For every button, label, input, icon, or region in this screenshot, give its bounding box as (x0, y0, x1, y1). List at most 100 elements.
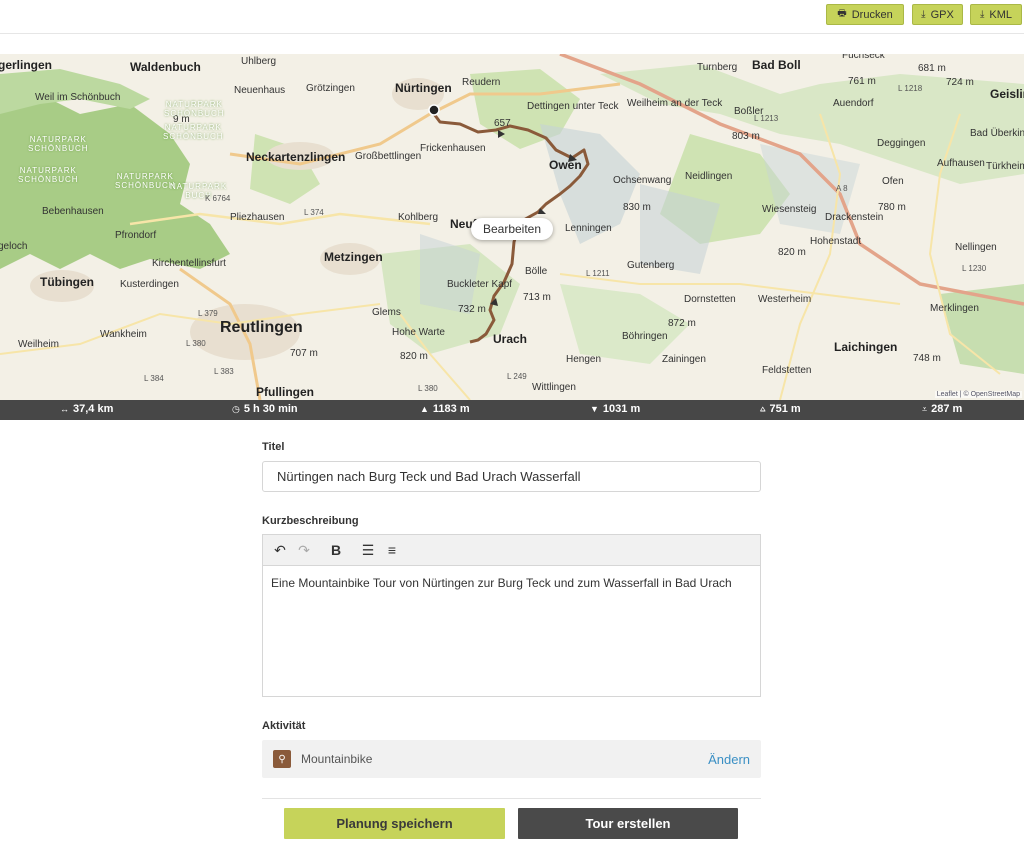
gpx-label: GPX (930, 8, 954, 21)
map-place-label: 748 m (913, 353, 941, 364)
print-button[interactable]: 🖶 Drucken (826, 4, 904, 25)
road-number-label: L 1213 (754, 114, 779, 123)
gpx-download-button[interactable]: ⤓ GPX (912, 4, 963, 25)
map-place-label: Ofen (882, 176, 904, 187)
numbered-list-icon[interactable]: ≡ (381, 539, 403, 561)
distance-icon: ↔ (60, 404, 69, 414)
map-place-label: Weilheim (18, 339, 59, 350)
map-place-label: Reudern (462, 77, 501, 88)
duration-value: 5 h 30 min (243, 403, 298, 415)
save-plan-button[interactable]: Planung speichern (284, 808, 505, 839)
road-number-label: L 374 (304, 208, 324, 217)
map-place-label: Buckleter Kapf (447, 279, 513, 290)
undo-icon[interactable]: ↶ (269, 539, 291, 561)
map-place-label: Deggingen (877, 138, 926, 149)
activity-selector: ⚲ Mountainbike Ändern (262, 740, 761, 778)
map-place-label: 707 m (290, 348, 318, 359)
map-place-label: Frickenhausen (420, 143, 486, 154)
redo-icon[interactable]: ↷ (293, 539, 315, 561)
map-place-label: Feldstetten (762, 365, 812, 376)
road-number-label: L 1211 (586, 269, 610, 278)
editor-toolbar: ↶ ↷ B ☰ ≡ (262, 534, 761, 565)
print-label: Drucken (851, 8, 893, 21)
map-place-label: Westerheim (758, 294, 812, 305)
clock-icon: ◷ (232, 403, 240, 414)
map-place-label: Neidlingen (685, 171, 733, 182)
map-place-label: Owen (549, 158, 582, 172)
map-place-label: Pfullingen (256, 385, 314, 399)
bullet-list-icon[interactable]: ☰ (357, 539, 379, 561)
printer-icon: 🖶 (837, 8, 847, 19)
bold-icon[interactable]: B (325, 539, 347, 561)
kml-label: KML (989, 8, 1013, 21)
map-place-label: 724 m (946, 77, 974, 88)
map-place-label: 820 m (778, 247, 806, 258)
map-place-label: Waldenbuch (130, 60, 201, 74)
road-number-label: L 1218 (898, 84, 923, 93)
kml-download-button[interactable]: ⤓ KML (970, 4, 1022, 25)
park-label: NATURPARK SCHÖNBUCH (115, 172, 176, 190)
map-place-label: Wankheim (100, 329, 147, 340)
descent-icon: ▼ (590, 404, 599, 414)
stat-ascent: ▲ 1183 m (420, 403, 470, 415)
map-place-label: Hohe Warte (392, 327, 445, 338)
map-place-label: Bad Überkinge (970, 128, 1024, 139)
map-place-label: Gutenberg (627, 260, 675, 271)
map-place-label: 732 m (458, 304, 486, 315)
map-place-label: Laichingen (834, 340, 898, 354)
road-number-label: L 379 (198, 309, 218, 318)
stat-max-altitude: ⩠ 751 m (760, 403, 801, 415)
road-number-label: L 249 (507, 372, 527, 381)
title-input[interactable]: Nürtingen nach Burg Teck und Bad Urach W… (262, 461, 761, 492)
map-place-label: Weilheim an der Teck (627, 98, 723, 109)
map-place-label: Großbettlingen (355, 151, 422, 162)
map-place-label: 657 (494, 118, 511, 129)
map-place-label: Türkheim (986, 161, 1024, 172)
map-place-label: geloch (0, 241, 28, 252)
park-label: NATURPARK SCHÖNBUCH (28, 135, 89, 153)
map-attribution[interactable]: Leaflet | © OpenStreetMap (934, 391, 1022, 398)
map-place-label: Turnberg (697, 62, 738, 73)
map-place-label: Bölle (525, 266, 548, 277)
map-place-label: Kusterdingen (120, 279, 179, 290)
divider (262, 798, 761, 799)
edit-route-button[interactable]: Bearbeiten (471, 218, 553, 240)
change-activity-link[interactable]: Ändern (708, 752, 750, 767)
map-place-label: Kirchentellinsfurt (152, 258, 226, 269)
map-place-label: Uhlberg (241, 56, 277, 67)
map-place-label: Lenningen (565, 223, 612, 234)
ascent-icon: ▲ (420, 404, 429, 414)
map-place-label: Reutlingen (220, 319, 303, 336)
map-place-label: 820 m (400, 351, 428, 362)
map-place-label: Hohenstadt (810, 236, 862, 247)
map-place-label: Wiesensteig (762, 204, 817, 215)
map-place-label: 681 m (918, 63, 946, 74)
title-label: Titel (262, 441, 285, 453)
route-map[interactable]: Waldenbuch Nürtingen Bad Boll Neckartenzlin… (0, 54, 1024, 400)
road-number-label: A 8 (836, 184, 848, 193)
map-place-label: 761 m (848, 76, 876, 87)
map-place-label: Glems (372, 307, 401, 318)
stat-min-altitude: ⩡ 287 m (922, 403, 962, 415)
map-place-label: Metzingen (324, 250, 383, 264)
map-place-label: Fuchseck (842, 54, 885, 61)
description-editor[interactable]: Eine Mountainbike Tour von Nürtingen zur… (262, 565, 761, 697)
create-tour-button[interactable]: Tour erstellen (518, 808, 738, 839)
map-place-label: 803 m (732, 131, 760, 142)
map-place-label: Urach (493, 332, 528, 346)
road-number-label: L 380 (418, 384, 438, 393)
route-stats-bar: ↔ 37,4 km ◷ 5 h 30 min ▲ 1183 m ▼ 1031 m… (0, 400, 1024, 420)
map-place-label: Geislin (990, 87, 1024, 101)
map-place-label: Nellingen (955, 242, 997, 253)
map-place-label: Drackenstein (825, 212, 884, 223)
top-toolbar: 🖶 Drucken ⤓ GPX ⤓ KML (0, 0, 1024, 34)
map-place-label: 872 m (668, 318, 696, 329)
route-start-marker[interactable] (428, 104, 440, 116)
min-altitude-value: 287 m (931, 403, 963, 415)
map-place-label: 830 m (623, 202, 651, 213)
map-place-label: Neuenhaus (234, 85, 286, 96)
map-place-label: Auendorf (833, 98, 874, 109)
activity-label: Aktivität (262, 720, 306, 732)
map-place-label: Merklingen (930, 303, 979, 314)
road-number-label: L 383 (214, 367, 234, 376)
